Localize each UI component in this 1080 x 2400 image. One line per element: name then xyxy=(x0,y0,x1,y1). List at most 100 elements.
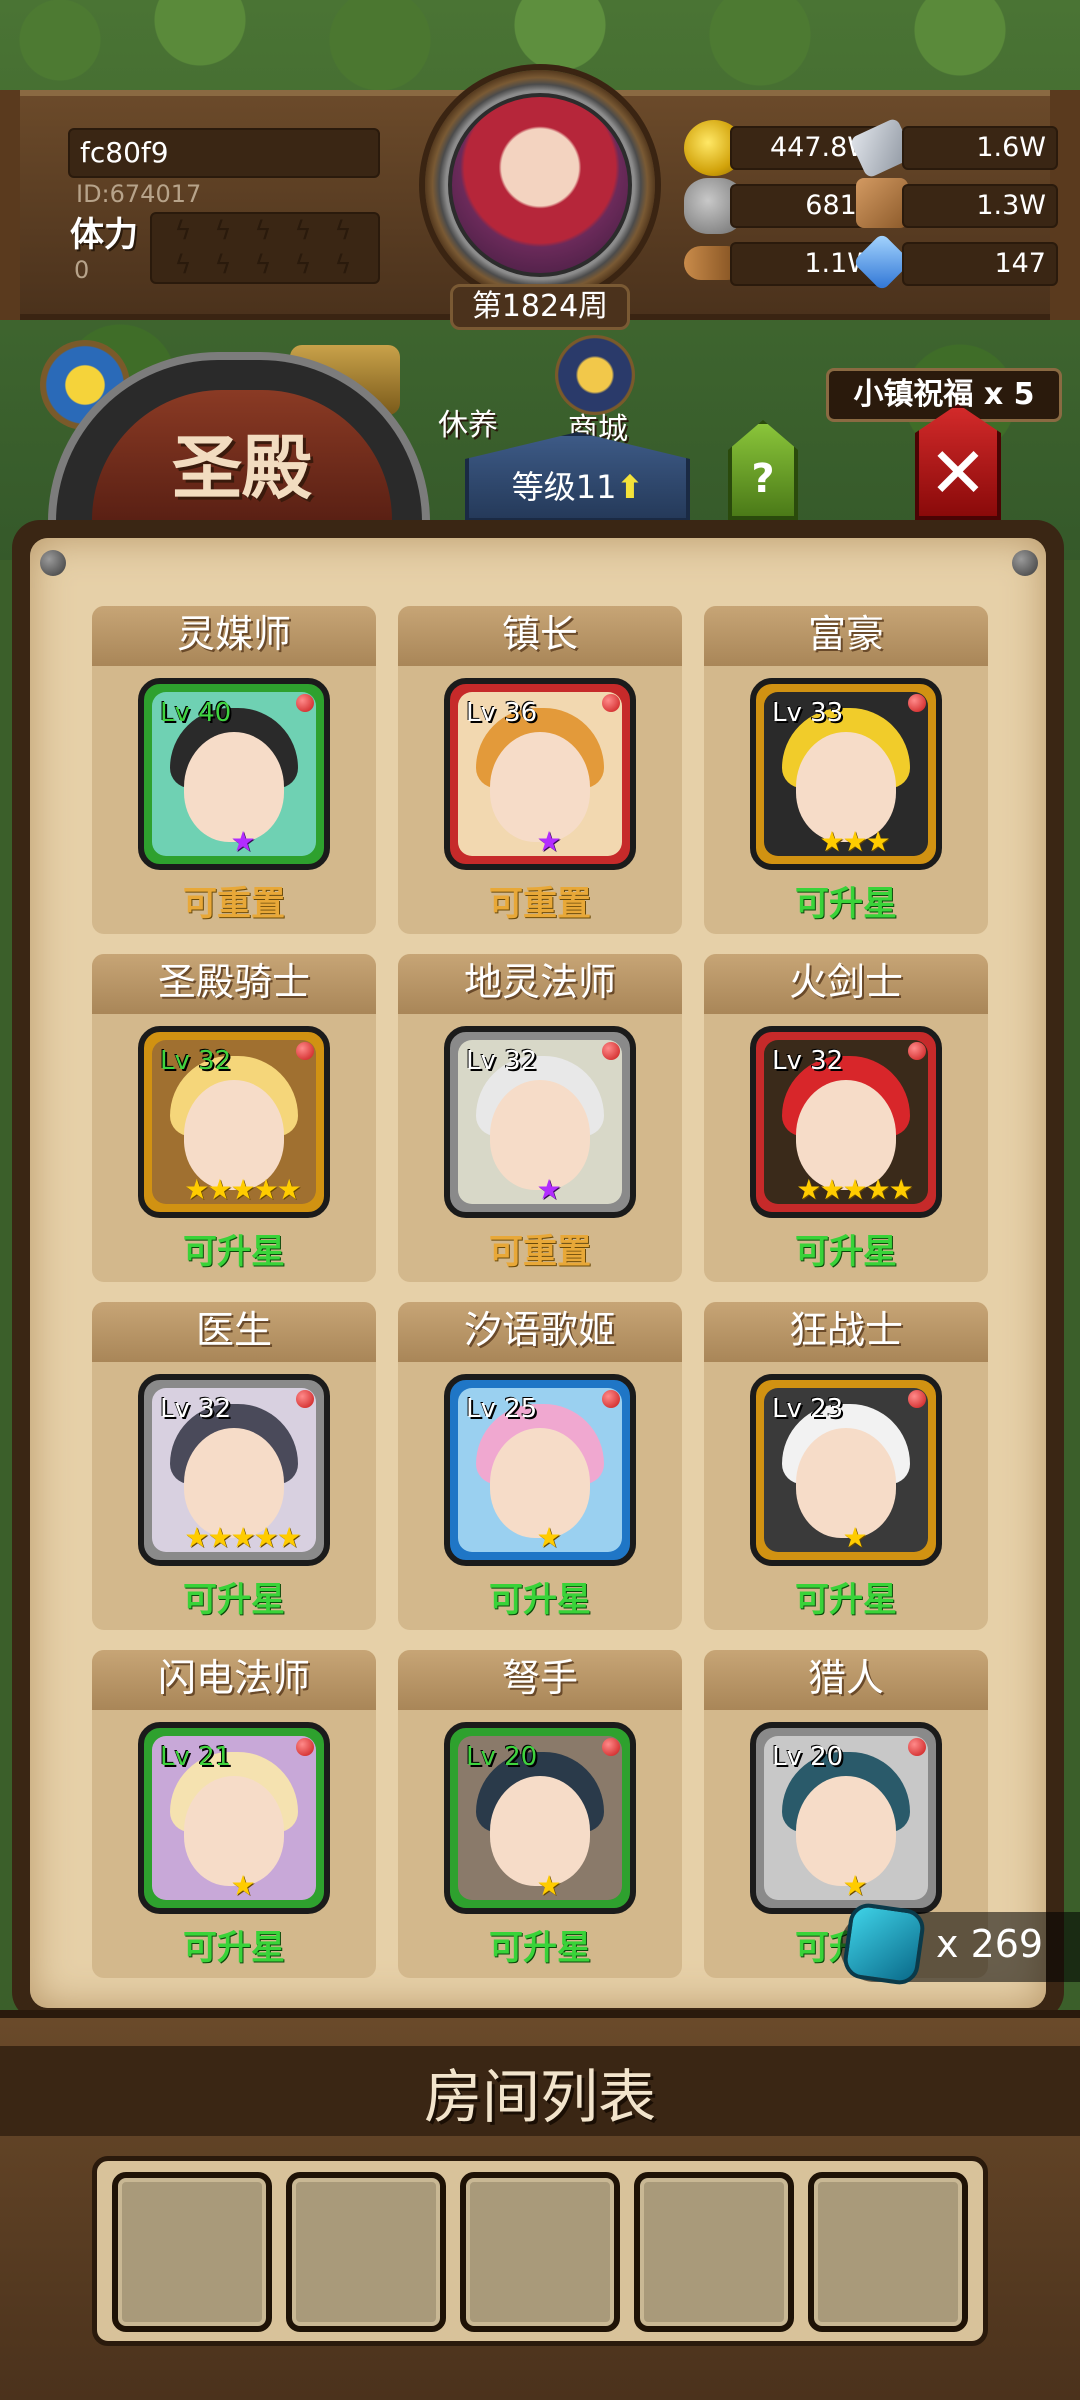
shop-icon[interactable] xyxy=(555,335,635,415)
hero-level: Lv 32 xyxy=(772,1046,844,1076)
star-rating: ★★★ xyxy=(819,825,890,858)
hero-portrait[interactable]: Lv 32 ★★★★★ xyxy=(138,1026,330,1218)
stamina-label: 体力 xyxy=(70,215,138,255)
cyan-token-icon xyxy=(841,1901,927,1987)
hero-portrait[interactable]: Lv 36 ★ xyxy=(444,678,636,870)
room-slot[interactable] xyxy=(460,2172,620,2332)
hero-portrait[interactable]: Lv 25 ★ xyxy=(444,1374,636,1566)
lightning-bolt-icon: ϟ xyxy=(254,216,272,246)
hero-portrait[interactable]: Lv 40 ★ xyxy=(138,678,330,870)
hero-portrait[interactable]: Lv 23 ★ xyxy=(750,1374,942,1566)
hud-wood-left xyxy=(0,90,20,320)
hero-status[interactable]: 可升星 xyxy=(92,1224,376,1273)
hero-status[interactable]: 可升星 xyxy=(92,1572,376,1621)
hero-name: 火剑士 xyxy=(704,954,988,1014)
notification-dot-icon xyxy=(602,1738,620,1756)
hero-name: 灵媒师 xyxy=(92,606,376,666)
leather-icon xyxy=(856,178,908,228)
stamina-bar[interactable]: ϟ ϟ ϟ ϟ ϟ ϟ ϟ ϟ ϟ ϟ xyxy=(150,212,380,284)
hero-status[interactable]: 可升星 xyxy=(704,876,988,925)
level-label[interactable]: 等级11⬆ xyxy=(465,462,690,508)
hero-card[interactable]: 狂战士 Lv 23 ★ 可升星 xyxy=(704,1302,988,1630)
hero-name: 猎人 xyxy=(704,1650,988,1710)
rivet xyxy=(1012,550,1038,576)
player-name[interactable]: fc80f9 xyxy=(68,128,380,178)
star-rating: ★ xyxy=(536,825,561,858)
lightning-bolt-icon: ϟ xyxy=(334,216,352,246)
hero-level: Lv 33 xyxy=(772,698,844,728)
lightning-bolt-icon: ϟ xyxy=(294,250,312,280)
hero-status[interactable]: 可升星 xyxy=(398,1920,682,1969)
hero-status[interactable]: 可升星 xyxy=(92,1920,376,1969)
level-text: 等级11 xyxy=(511,468,617,506)
hero-status[interactable]: 可升星 xyxy=(704,1572,988,1621)
hero-status[interactable]: 可重置 xyxy=(398,1224,682,1273)
hero-portrait[interactable]: Lv 33 ★★★ xyxy=(750,678,942,870)
hero-portrait[interactable]: Lv 32 ★★★★★ xyxy=(750,1026,942,1218)
hero-level: Lv 40 xyxy=(160,698,232,728)
hero-card[interactable]: 富豪 Lv 33 ★★★ 可升星 xyxy=(704,606,988,934)
hero-name: 圣殿骑士 xyxy=(92,954,376,1014)
notification-dot-icon xyxy=(296,1042,314,1060)
hero-portrait[interactable]: Lv 32 ★★★★★ xyxy=(138,1374,330,1566)
hero-status[interactable]: 可升星 xyxy=(398,1572,682,1621)
hero-level: Lv 20 xyxy=(466,1742,538,1772)
hero-portrait-image: Lv 25 ★ xyxy=(458,1388,622,1554)
hero-status[interactable]: 可升星 xyxy=(704,1224,988,1273)
hero-portrait-image: Lv 32 ★★★★★ xyxy=(764,1040,928,1206)
hero-portrait-image: Lv 23 ★ xyxy=(764,1388,928,1554)
player-avatar[interactable] xyxy=(448,93,632,277)
hero-name: 弩手 xyxy=(398,1650,682,1710)
lightning-bolt-icon: ϟ xyxy=(214,250,232,280)
star-rating: ★★★★★ xyxy=(796,1173,914,1206)
hero-portrait[interactable]: Lv 21 ★ xyxy=(138,1722,330,1914)
hero-portrait-image: Lv 40 ★ xyxy=(152,692,316,858)
hero-portrait-image: Lv 33 ★★★ xyxy=(764,692,928,858)
notification-dot-icon xyxy=(296,1738,314,1756)
hero-portrait-image: Lv 32 ★★★★★ xyxy=(152,1388,316,1554)
hero-level: Lv 32 xyxy=(160,1394,232,1424)
star-rating: ★ xyxy=(536,1521,561,1554)
hero-card[interactable]: 镇长 Lv 36 ★ 可重置 xyxy=(398,606,682,934)
hero-portrait[interactable]: Lv 32 ★ xyxy=(444,1026,636,1218)
hero-status[interactable]: 可重置 xyxy=(398,876,682,925)
hero-portrait[interactable]: Lv 20 ★ xyxy=(750,1722,942,1914)
hero-card[interactable]: 闪电法师 Lv 21 ★ 可升星 xyxy=(92,1650,376,1978)
lightning-bolt-icon: ϟ xyxy=(334,250,352,280)
hero-portrait-image: Lv 36 ★ xyxy=(458,692,622,858)
room-list-title: 房间列表 xyxy=(423,2063,656,2131)
hero-name: 狂战士 xyxy=(704,1302,988,1362)
stamina-value: 0 xyxy=(74,256,90,284)
hero-portrait-image: Lv 21 ★ xyxy=(152,1736,316,1902)
rest-label[interactable]: 休养 xyxy=(438,400,498,444)
notification-dot-icon xyxy=(908,1042,926,1060)
hero-status[interactable]: 可重置 xyxy=(92,876,376,925)
room-slot[interactable] xyxy=(808,2172,968,2332)
hero-card[interactable]: 灵媒师 Lv 40 ★ 可重置 xyxy=(92,606,376,934)
notification-dot-icon xyxy=(908,694,926,712)
star-rating: ★ xyxy=(842,1521,867,1554)
rivet xyxy=(40,550,66,576)
room-slot[interactable] xyxy=(634,2172,794,2332)
lightning-bolt-icon: ϟ xyxy=(214,216,232,246)
hero-portrait[interactable]: Lv 20 ★ xyxy=(444,1722,636,1914)
hero-name: 富豪 xyxy=(704,606,988,666)
hero-card[interactable]: 圣殿骑士 Lv 32 ★★★★★ 可升星 xyxy=(92,954,376,1282)
notification-dot-icon xyxy=(296,694,314,712)
hero-card[interactable]: 火剑士 Lv 32 ★★★★★ 可升星 xyxy=(704,954,988,1282)
hero-level: Lv 23 xyxy=(772,1394,844,1424)
hero-name: 地灵法师 xyxy=(398,954,682,1014)
room-slot[interactable] xyxy=(112,2172,272,2332)
hero-level: Lv 20 xyxy=(772,1742,844,1772)
hero-name: 医生 xyxy=(92,1302,376,1362)
hero-card[interactable]: 地灵法师 Lv 32 ★ 可重置 xyxy=(398,954,682,1282)
upgrade-arrow-icon: ⬆ xyxy=(616,468,644,506)
hero-card[interactable]: 医生 Lv 32 ★★★★★ 可升星 xyxy=(92,1302,376,1630)
hero-name: 闪电法师 xyxy=(92,1650,376,1710)
star-rating: ★ xyxy=(536,1173,561,1206)
hero-card[interactable]: 弩手 Lv 20 ★ 可升星 xyxy=(398,1650,682,1978)
hero-card[interactable]: 汐语歌姬 Lv 25 ★ 可升星 xyxy=(398,1302,682,1630)
room-slot[interactable] xyxy=(286,2172,446,2332)
hero-level: Lv 32 xyxy=(466,1046,538,1076)
hero-portrait-image: Lv 32 ★ xyxy=(458,1040,622,1206)
